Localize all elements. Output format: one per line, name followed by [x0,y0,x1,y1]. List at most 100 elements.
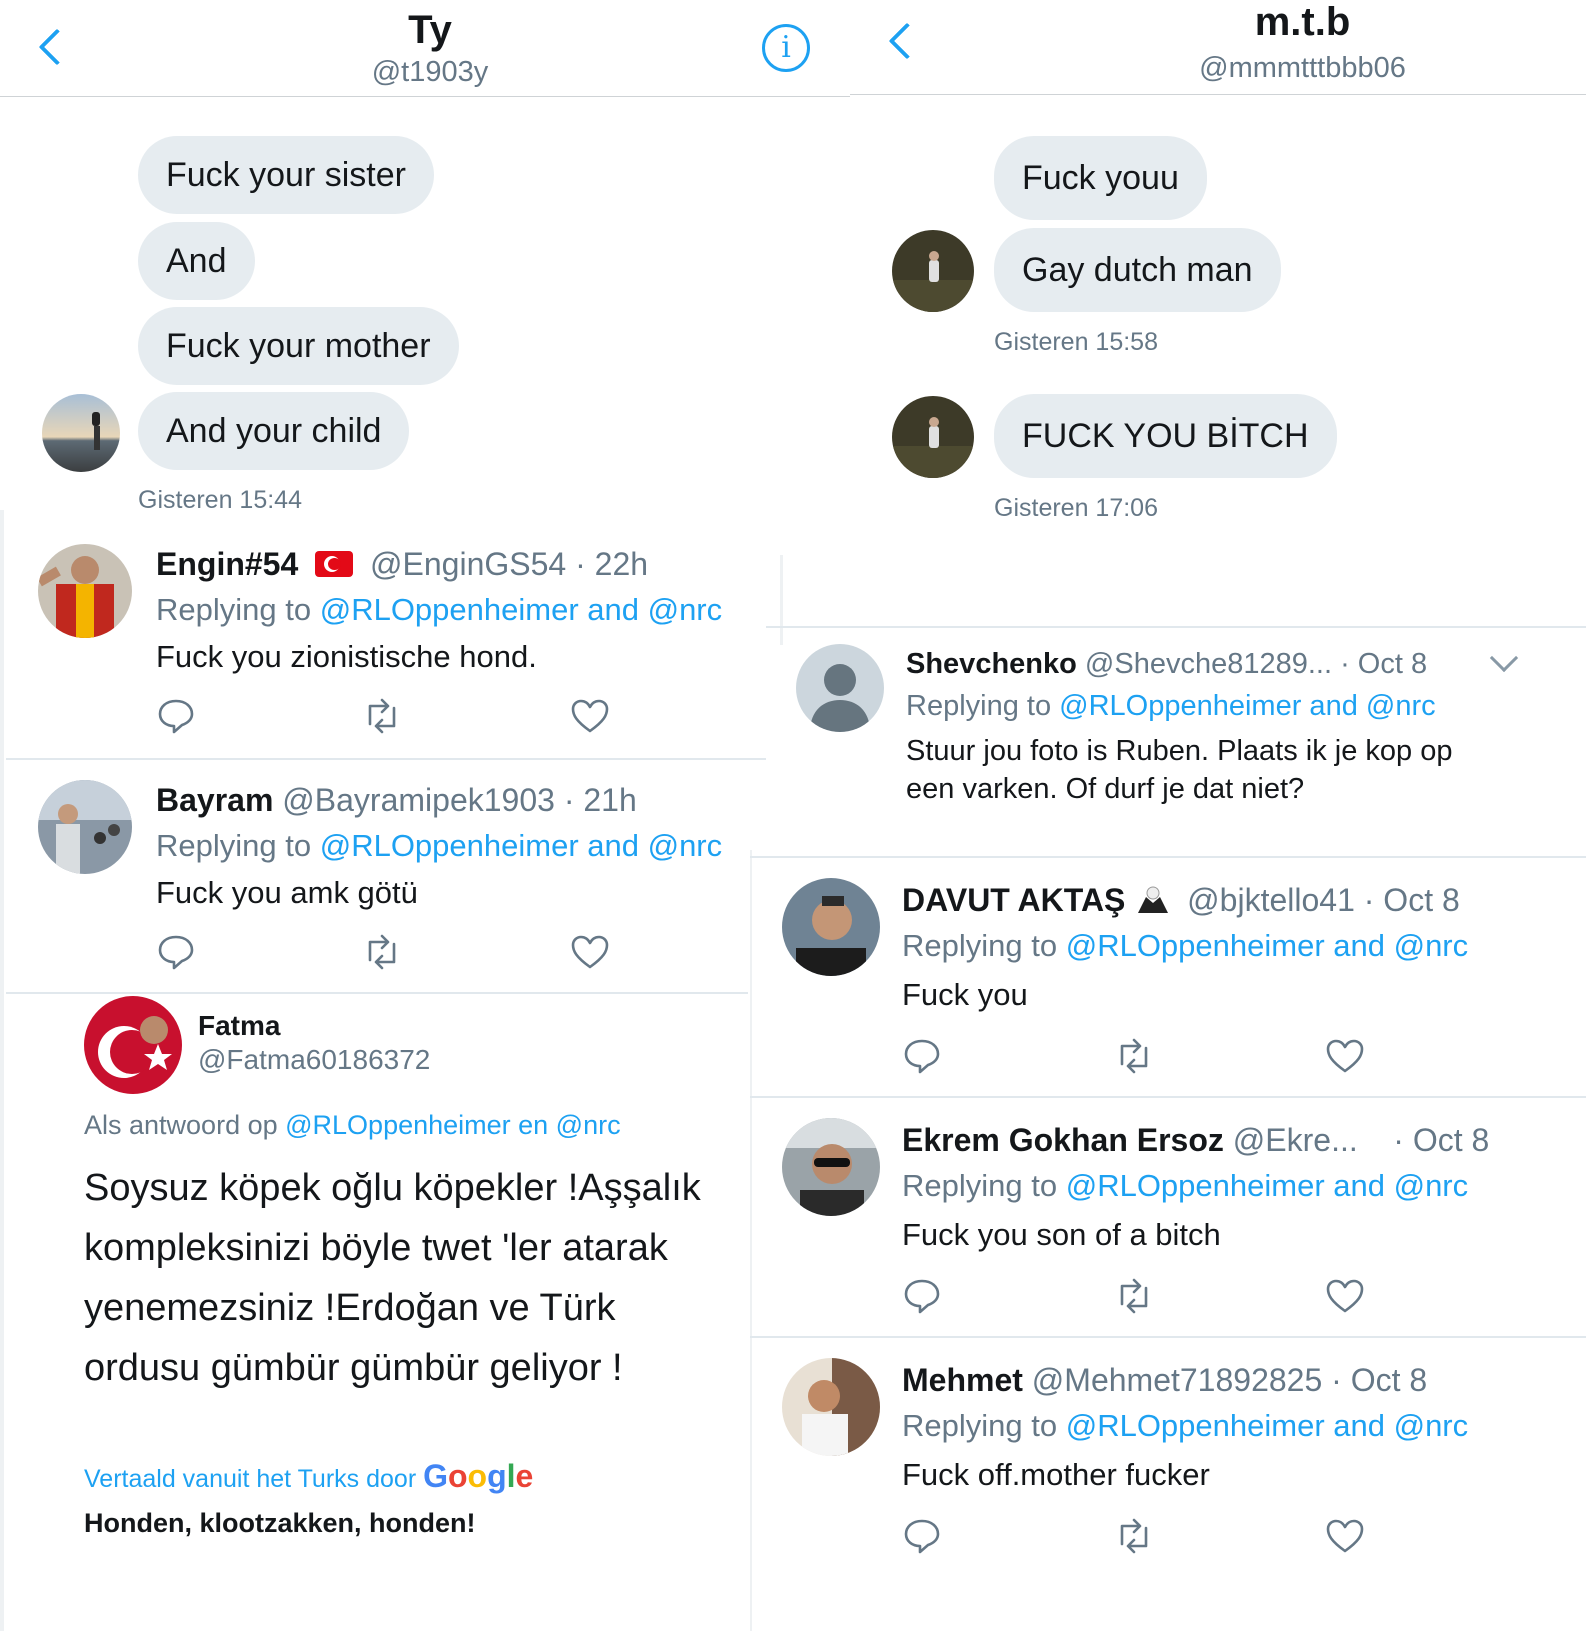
dm-timestamp: Gisteren 15:44 [138,486,302,514]
tweet-divider [750,1336,1586,1338]
tweet-text: Fuck you amk götü [156,875,418,910]
tweet-meta: @Mehmet71892825 · Oct 8 [1031,1362,1428,1398]
tweet-text-line: Soysuz köpek oğlu köpekler !Aşşalık [84,1167,701,1209]
reply-icon[interactable] [156,698,196,734]
dm-message-bubble: Fuck youu [994,136,1207,220]
tweet-divider [766,626,1586,628]
retweet-icon[interactable] [1114,1278,1154,1314]
like-heart-icon[interactable] [1325,1038,1365,1074]
reply-prefix: Replying to [902,928,1066,963]
like-heart-icon[interactable] [1325,1278,1365,1314]
avatar[interactable] [38,544,132,638]
reply-targets-link[interactable]: @RLOppenheimer and @nrc [320,592,722,627]
tweet-text-line: ordusu gümbür gümbür geliyor ! [84,1347,623,1389]
tweet-divider [6,992,748,994]
tweet-text: Fuck you son of a bitch [902,1217,1221,1252]
reply-targets-link[interactable]: @RLOppenheimer and @nrc [1066,1168,1468,1203]
like-heart-icon[interactable] [570,934,610,970]
tweet-header: Engin#54 @EnginGS54 · 22h [156,546,648,583]
right-dm-header: m.t.b @mmmtttbbb06 [850,0,1586,100]
reply-context: Replying to @RLOppenheimer and @nrc [902,1168,1468,1204]
right-dm-title: m.t.b [1254,0,1351,44]
like-heart-icon[interactable] [1325,1518,1365,1554]
default-avatar-icon[interactable] [796,644,884,732]
google-letter: g [487,1458,507,1494]
chevron-down-icon[interactable] [1489,643,1519,673]
reply-targets-link[interactable]: @RLOppenheimer and @nrc [1066,928,1468,963]
avatar[interactable] [782,878,880,976]
back-chevron-icon[interactable] [888,22,926,60]
reply-context: Replying to @RLOppenheimer and @nrc [906,690,1436,723]
retweet-icon[interactable] [362,934,402,970]
google-logo: Google [423,1458,533,1494]
google-letter: l [506,1458,516,1494]
tweet-meta: @Ekre... · Oct 8 [1232,1122,1490,1158]
reply-icon[interactable] [902,1278,942,1314]
tweet-author[interactable]: Mehmet [902,1362,1023,1398]
eagle-icon [1136,883,1170,917]
avatar[interactable] [782,1358,880,1456]
tweet-divider [750,856,1586,858]
tweet-text: Fuck you zionistische hond. [156,639,537,674]
translation-prefix: Vertaald vanuit het Turks door [84,1465,424,1493]
google-letter: o [467,1458,488,1494]
divider [780,555,783,645]
dm-message-bubble: And your child [138,392,410,470]
reply-targets-link[interactable]: @RLOppenheimer and @nrc [1066,1408,1468,1443]
reply-icon[interactable] [902,1038,942,1074]
avatar[interactable] [38,780,132,874]
tweet-author[interactable]: Bayram [156,782,273,818]
avatar[interactable] [84,996,182,1094]
dm-message-bubble: FUCK YOU BİTCH [994,394,1337,478]
reply-prefix: Replying to [156,828,320,863]
right-header-divider [850,94,1586,95]
left-dm-header: Ty @t1903y i [0,0,850,100]
tweet-text: Stuur jou foto is Ruben. Plaats ik je ko… [906,732,1452,808]
dm-message-bubble: Fuck your sister [138,136,434,214]
avatar[interactable] [892,396,974,478]
reply-icon[interactable] [156,934,196,970]
dm-timestamp: Gisteren 15:58 [994,328,1158,356]
retweet-icon[interactable] [1114,1518,1154,1554]
tweet-meta: @EnginGS54 · 22h [370,546,649,582]
reply-prefix: Replying to [902,1168,1066,1203]
avatar[interactable] [892,230,974,312]
retweet-icon[interactable] [362,698,402,734]
like-heart-icon[interactable] [570,698,610,734]
reply-targets-link[interactable]: @RLOppenheimer en @nrc [285,1110,620,1140]
tweet-header: Bayram @Bayramipek1903 · 21h [156,782,637,819]
tweet-text: Fuck off.mother fucker [902,1457,1210,1492]
tweet-handle: @Fatma60186372 [198,1044,431,1075]
reply-context: Replying to @RLOppenheimer and @nrc [902,928,1468,964]
google-letter: G [423,1458,448,1494]
tweet-header: Ekrem Gokhan Ersoz @Ekre... · Oct 8 [902,1122,1489,1159]
tweet-author[interactable]: Fatma [198,1010,280,1042]
google-letter: o [447,1458,468,1494]
tweet-author[interactable]: DAVUT AKTAŞ [902,882,1125,918]
reply-targets-link[interactable]: @RLOppenheimer and @nrc [320,828,722,863]
avatar[interactable] [42,394,120,472]
turkish-flag-icon [315,550,354,577]
info-icon[interactable]: i [762,24,810,72]
reply-icon[interactable] [902,1518,942,1554]
reply-context: Replying to @RLOppenheimer and @nrc [902,1408,1468,1444]
left-dm-title: Ty [408,8,452,52]
tweet-author[interactable]: Engin#54 [156,546,298,582]
back-chevron-icon[interactable] [38,28,76,66]
tweet-text-line: een varken. Of durf je dat niet? [906,773,1305,805]
tweet-author[interactable]: Shevchenko [906,648,1077,680]
tweet-author[interactable]: Ekrem Gokhan Ersoz [902,1122,1224,1158]
tweet-text-line: kompleksinizi böyle twet 'ler atarak [84,1227,668,1269]
tweet-header: Mehmet @Mehmet71892825 · Oct 8 [902,1362,1427,1399]
avatar[interactable] [782,1118,880,1216]
tweet-text-line: yenemezsiniz !Erdoğan ve Türk [84,1287,616,1329]
retweet-icon[interactable] [1114,1038,1154,1074]
reply-targets-link[interactable]: @RLOppenheimer and @nrc [1059,690,1435,722]
dm-message-bubble: Gay dutch man [994,228,1281,312]
right-dm-handle: @mmmtttbbb06 [1199,52,1406,84]
tweet-text: Fuck you [902,977,1028,1012]
tweet-text: Soysuz köpek oğlu köpekler !Aşşalık komp… [84,1158,701,1398]
reply-context: Als antwoord op @RLOppenheimer en @nrc [84,1110,621,1141]
reply-prefix: Replying to [156,592,320,627]
reply-prefix: Replying to [902,1408,1066,1443]
